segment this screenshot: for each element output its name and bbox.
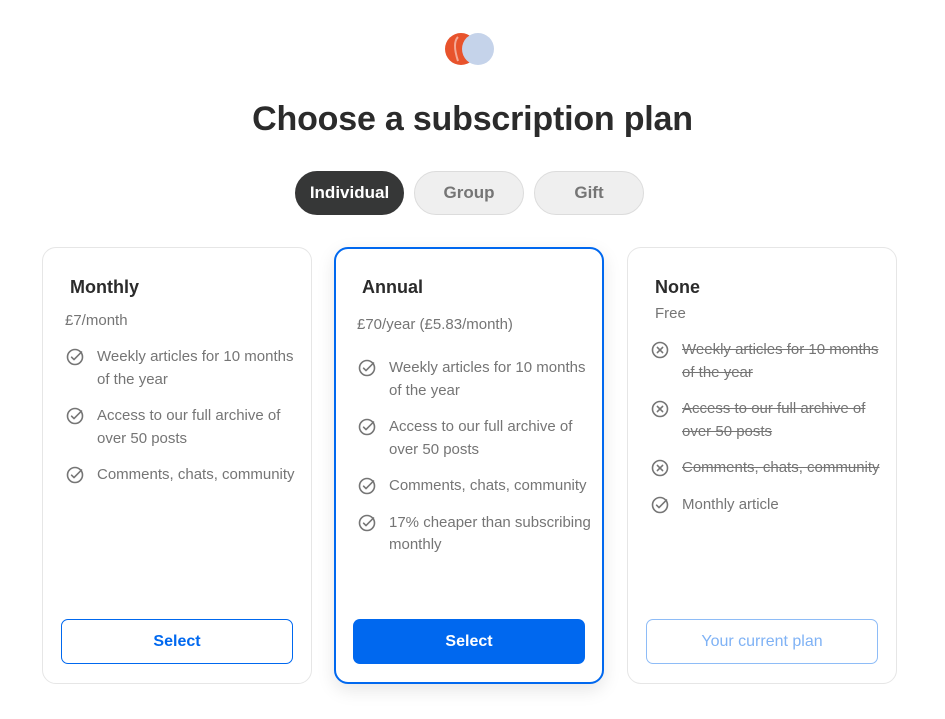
logo-icon — [445, 33, 494, 65]
check-circle-icon — [66, 348, 84, 366]
check-circle-icon — [358, 418, 376, 436]
feature-list: Weekly articles for 10 months of the yea… — [357, 357, 592, 571]
list-item: Weekly articles for 10 months of the yea… — [650, 339, 885, 384]
feature-text: Comments, chats, community — [389, 477, 587, 494]
feature-text: Weekly articles for 10 months of the yea… — [97, 348, 294, 388]
feature-text: Access to our full archive of over 50 po… — [682, 400, 866, 440]
list-item: Access to our full archive of over 50 po… — [357, 416, 592, 461]
plan-price: £7/month — [65, 312, 128, 329]
plan-name: Monthly — [70, 277, 139, 297]
feature-text: Weekly articles for 10 months of the yea… — [682, 341, 879, 381]
list-item: 17% cheaper than subscribing monthly — [357, 512, 592, 557]
plan-type-tabs: Individual Group Gift — [295, 171, 644, 215]
plan-name: None — [655, 277, 700, 297]
feature-text: Access to our full archive of over 50 po… — [389, 418, 573, 458]
tab-individual[interactable]: Individual — [295, 171, 404, 215]
current-plan-button: Your current plan — [646, 619, 878, 664]
check-circle-icon — [651, 496, 669, 513]
check-circle-icon — [358, 359, 376, 377]
list-item: Comments, chats, community — [650, 457, 885, 480]
plan-card-monthly[interactable]: Monthly £7/month Weekly articles for 10 … — [42, 247, 312, 684]
x-circle-icon — [651, 459, 669, 477]
tab-gift[interactable]: Gift — [534, 171, 644, 215]
feature-text: 17% cheaper than subscribing monthly — [389, 513, 591, 554]
x-circle-icon — [651, 341, 669, 359]
list-item: Comments, chats, community — [357, 475, 592, 498]
check-circle-icon — [358, 514, 376, 531]
plan-card-annual[interactable]: Annual £70/year (£5.83/month) Weekly art… — [334, 247, 604, 684]
select-monthly-button[interactable]: Select — [61, 619, 293, 664]
list-item: Weekly articles for 10 months of the yea… — [65, 346, 300, 391]
list-item: Access to our full archive of over 50 po… — [650, 398, 885, 443]
plan-card-none: None Free Weekly articles for 10 months … — [627, 247, 897, 684]
check-circle-icon — [66, 466, 84, 484]
list-item: Weekly articles for 10 months of the yea… — [357, 357, 592, 402]
check-circle-icon — [358, 477, 376, 495]
x-circle-icon — [651, 400, 669, 418]
list-item: Comments, chats, community — [65, 464, 300, 487]
check-circle-icon — [66, 407, 84, 425]
select-annual-button[interactable]: Select — [353, 619, 585, 664]
feature-text: Comments, chats, community — [97, 466, 295, 483]
feature-text: Weekly articles for 10 months of the yea… — [389, 359, 586, 399]
plan-name: Annual — [362, 277, 423, 297]
list-item: Monthly article — [650, 494, 885, 517]
feature-text: Comments, chats, community — [682, 459, 880, 476]
tab-group[interactable]: Group — [414, 171, 524, 215]
plan-price: £70/year (£5.83/month) — [357, 316, 513, 333]
feature-list: Weekly articles for 10 months of the yea… — [650, 339, 885, 530]
feature-list: Weekly articles for 10 months of the yea… — [65, 346, 300, 501]
plan-price: Free — [655, 305, 686, 322]
feature-text: Monthly article — [682, 495, 779, 513]
feature-text: Access to our full archive of over 50 po… — [97, 407, 281, 447]
list-item: Access to our full archive of over 50 po… — [65, 405, 300, 450]
page-title: Choose a subscription plan — [252, 100, 693, 138]
